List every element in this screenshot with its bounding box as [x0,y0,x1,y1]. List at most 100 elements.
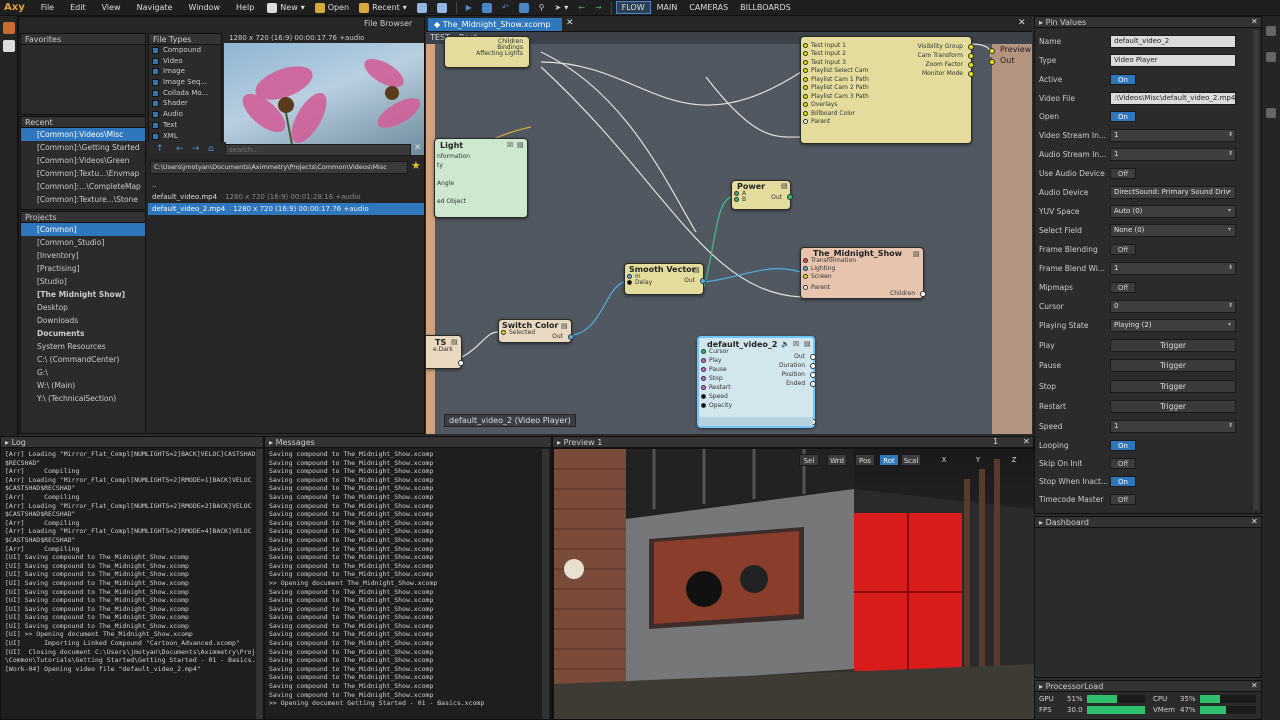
open-button[interactable]: Open [310,2,354,13]
home-icon[interactable]: ⌂ [208,144,214,154]
output-pin[interactable] [968,53,974,59]
output-pin[interactable] [810,354,816,360]
pin-value-field[interactable]: 1 [1110,129,1236,142]
input-pin[interactable] [803,110,808,116]
output-pin[interactable] [810,363,816,369]
menu-edit[interactable]: Edit [62,3,94,12]
recent-item[interactable]: [Common]:Videos\Misc [21,128,145,141]
filetype-item[interactable]: Audio [149,109,221,120]
preview-index[interactable]: 1 [993,437,998,446]
forward-button[interactable]: → [590,3,607,12]
input-pin[interactable] [627,280,632,285]
input-pin[interactable] [803,85,808,90]
close-panel-icon[interactable]: ✕ [1023,437,1030,446]
pin-toggle[interactable]: Off [1110,244,1136,255]
output-pin[interactable] [989,48,995,54]
filetype-item[interactable]: Video [149,56,221,67]
project-item[interactable]: Y:\ (TechnicalSection) [21,392,145,405]
filetype-item[interactable]: Compound [149,45,221,56]
mode-cameras[interactable]: CAMERAS [683,1,734,14]
forward-arrow-icon[interactable]: → [192,144,200,154]
mode-billboards[interactable]: BILLBOARDS [734,1,797,14]
input-pin[interactable] [701,349,706,354]
close-panel-icon[interactable]: ✕ [1251,517,1258,526]
save-button[interactable] [412,2,432,13]
input-pin[interactable] [701,385,706,390]
lock-icon[interactable] [1266,108,1276,118]
stop-button[interactable] [477,2,497,13]
checkbox-icon[interactable] [152,79,159,87]
output-pin[interactable] [968,62,974,68]
tool-icon[interactable] [3,22,15,34]
new-button[interactable]: New ▾ [262,2,309,13]
node-power[interactable]: Power ▤ A B Out [731,180,793,210]
stepper-icon[interactable]: ⬍ [1228,131,1233,138]
viewport-button-wrd[interactable]: Wrd [827,454,847,466]
back-button[interactable]: ← [573,3,590,12]
recent-item[interactable]: [Common]:Videos\Green [21,154,145,167]
close-tab-icon[interactable]: ✕ [566,18,574,28]
chevron-down-icon[interactable]: ▾ [1228,226,1231,233]
project-item[interactable]: [Practising] [21,262,145,275]
recent-item[interactable]: [Common]:...\CompleteMap [21,180,145,193]
messages-scrollbar[interactable] [542,449,549,719]
project-item[interactable]: Desktop [21,301,145,314]
input-pin[interactable] [701,367,706,372]
file-row[interactable]: default_video_2.mp4 1280 x 720 (16:9) 00:… [148,203,424,215]
input-pin[interactable] [803,51,808,56]
recent-item[interactable]: [Common]:\Getting Started [21,141,145,154]
checkbox-icon[interactable] [152,89,159,97]
input-pin[interactable] [803,266,808,271]
input-pin[interactable] [701,403,706,408]
close-panel-icon[interactable]: ✕ [1251,17,1258,26]
pin-value-field[interactable]: :\Videos\Misc\default_video_2.mp4 ... [1110,92,1236,105]
output-pin[interactable] [700,278,706,284]
chevron-down-icon[interactable]: ▾ [1228,188,1231,195]
menu-file[interactable]: File [33,3,62,12]
flow-canvas[interactable]: TEST ▸ Root ▸ Children Bindings Affectin… [426,32,1032,434]
star-icon[interactable]: ★ [411,159,421,172]
pin-trigger-button[interactable]: Trigger [1110,359,1236,372]
node-menu-icon[interactable]: ▤ [517,141,524,149]
pin-scrollbar[interactable] [1253,30,1259,510]
menu-navigate[interactable]: Navigate [129,3,181,12]
undo-button[interactable]: ↶ [497,3,514,12]
project-item[interactable]: [Common] [21,223,145,236]
output-pin[interactable] [787,194,793,200]
project-item[interactable]: Documents [21,327,145,340]
checkbox-icon[interactable] [152,68,159,76]
mode-flow[interactable]: FLOW [615,1,651,14]
back-arrow-icon[interactable]: ← [176,144,184,154]
file-row[interactable]: .. [148,179,424,191]
input-pin[interactable] [803,258,808,263]
output-pin[interactable] [458,360,464,366]
pin-trigger-button[interactable]: Trigger [1110,400,1236,413]
settings-icon[interactable] [1266,26,1276,36]
file-row[interactable]: default_video.mp4 1280 x 720 (16:9) 00:01… [148,191,424,203]
project-item[interactable]: G:\ [21,366,145,379]
clear-search-icon[interactable]: ✕ [414,143,422,153]
node-top-left[interactable]: Children Bindings Affecting Lights [444,36,530,68]
viewport-button-scal[interactable]: Scal [901,454,921,466]
input-pin[interactable] [803,274,808,279]
stepper-icon[interactable]: ⬍ [1228,302,1233,309]
filetype-item[interactable]: Image Seq... [149,77,221,88]
pin-trigger-button[interactable]: Trigger [1110,339,1236,352]
viewport-button-sel[interactable]: Sel [799,454,819,466]
node-top-right[interactable]: Test Input 1 Test Input 2 Test Input 3 Play… [800,36,974,144]
tool-icon[interactable] [3,40,15,52]
input-pin[interactable] [803,59,808,65]
redo-button[interactable] [514,2,534,13]
node-close-icon[interactable]: ☒ [507,141,513,149]
up-arrow-icon[interactable]: ↑ [156,144,164,154]
input-pin[interactable] [803,102,808,107]
output-pin[interactable] [920,291,926,297]
filetype-item[interactable]: Image [149,66,221,77]
recent-item[interactable]: [Common]:Texture...\Stone [21,193,145,206]
pin-value-field[interactable]: 1 [1110,420,1236,433]
checkbox-icon[interactable] [152,132,159,140]
output-pin[interactable] [968,71,974,77]
input-pin[interactable] [803,119,808,124]
project-item[interactable]: Downloads [21,314,145,327]
checkbox-icon[interactable] [152,121,159,129]
